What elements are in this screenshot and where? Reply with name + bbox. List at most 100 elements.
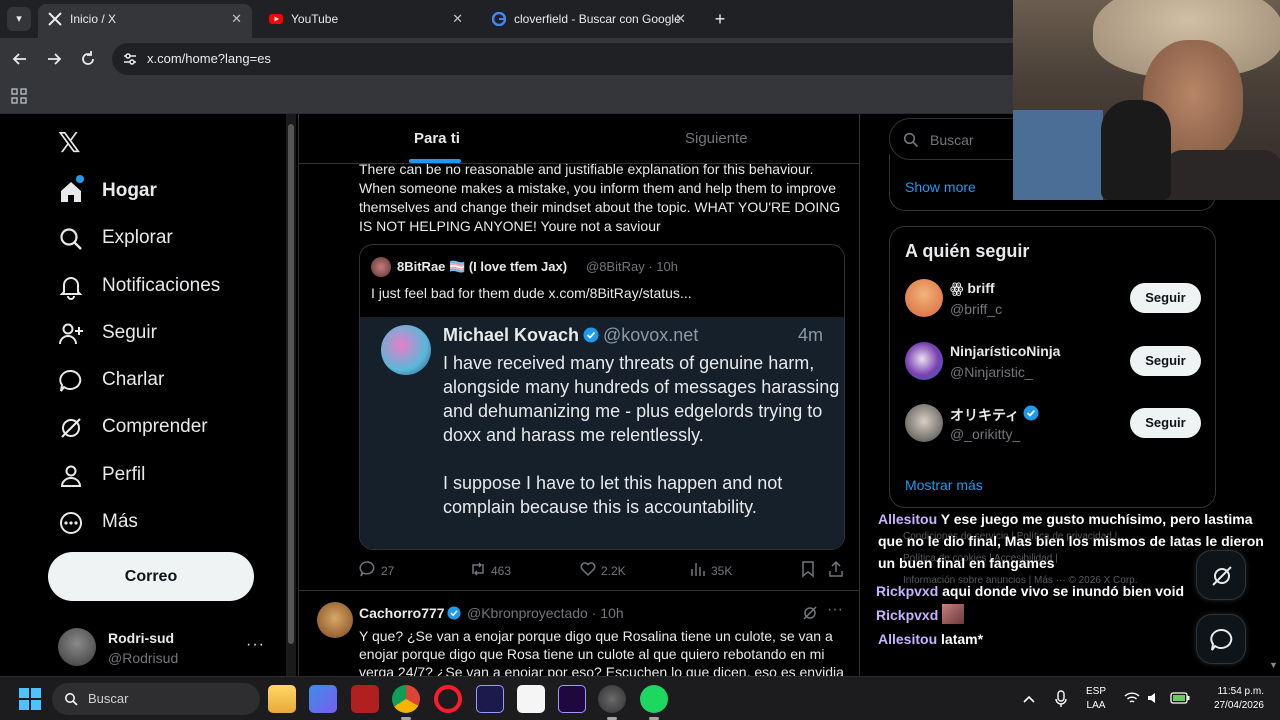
chat-message: Rickpvxd <box>876 604 965 626</box>
who-to-follow: A quién seguir ꙮ briff @briff_c Seguir N… <box>889 226 1216 508</box>
tab-inicio-x[interactable]: Inicio / X ✕ <box>38 4 252 38</box>
quoted-tweet[interactable]: 8BitRae 🏳️‍⚧️ (I love tfem Jax) @8BitRay… <box>359 244 845 550</box>
windows-start-icon[interactable] <box>18 687 42 711</box>
spotify-icon[interactable] <box>640 685 668 713</box>
webcam-overlay <box>1013 0 1280 200</box>
apps-grid-icon[interactable] <box>11 88 27 104</box>
search-icon <box>903 132 919 148</box>
site-settings-icon[interactable] <box>122 51 138 67</box>
chevron-up-icon[interactable] <box>1022 692 1036 706</box>
more-options-icon[interactable]: ··· <box>827 601 843 619</box>
close-tab-icon[interactable]: ✕ <box>231 4 242 34</box>
new-tab-button[interactable]: + <box>710 6 730 32</box>
add-person-icon <box>59 323 83 345</box>
quoted-author-handle: @8BitRay · 10h <box>586 259 678 274</box>
taskbar-search[interactable]: Buscar <box>52 683 260 715</box>
chat-icon <box>59 369 82 392</box>
screenshot-time: 4m <box>798 325 824 345</box>
show-more-link[interactable]: Show more <box>905 179 976 195</box>
author-name[interactable]: Cachorro777 <box>359 605 445 621</box>
tab-title: YouTube <box>291 12 339 26</box>
account-switcher[interactable]: Rodri-sud @Rodrisud ··· <box>58 626 272 670</box>
close-tab-icon[interactable]: ✕ <box>675 4 686 34</box>
notion-icon[interactable] <box>517 685 545 713</box>
avatar <box>371 257 391 277</box>
suggested-user[interactable]: オリキティ @_orikitty_ Seguir <box>890 396 1215 458</box>
user-name: オリキティ <box>950 407 1020 423</box>
verified-badge-icon <box>447 606 461 620</box>
scrollbar-thumb[interactable] <box>288 124 294 644</box>
after-effects-icon[interactable] <box>558 685 586 713</box>
quoted-screenshot-image[interactable]: Michael Kovach @kovox.net 4m I have rece… <box>360 317 844 549</box>
reply-icon <box>359 561 375 577</box>
obs-icon[interactable] <box>598 685 626 713</box>
scroll-down-icon[interactable]: ▼ <box>1269 660 1278 670</box>
tab-following[interactable]: Siguiente <box>685 130 748 147</box>
search-icon <box>65 693 78 706</box>
file-explorer-icon[interactable] <box>268 685 296 713</box>
windows-taskbar: Buscar ESP LAA 11:54 p.m. 27/04/2026 <box>0 676 1280 720</box>
avatar <box>905 279 943 317</box>
suggested-user[interactable]: NinjarísticoNinja @Ninjaristic_ Seguir <box>890 334 1215 396</box>
tab-for-you[interactable]: Para ti <box>414 130 460 147</box>
volume-icon[interactable] <box>1146 691 1160 705</box>
address-bar[interactable]: x.com/home?lang=es <box>112 43 1072 75</box>
show-more-link[interactable]: Mostrar más <box>905 477 983 493</box>
reload-icon[interactable] <box>77 48 99 70</box>
follow-button[interactable]: Seguir <box>1130 408 1201 438</box>
user-handle: @Ninjaristic_ <box>950 364 1033 380</box>
chat-message: Allesitou Y ese juego me gusto muchísimo… <box>878 508 1270 574</box>
screenshot-paragraph: I have received many threats of genuine … <box>443 353 840 445</box>
chat-emote <box>942 604 965 624</box>
microphone-icon[interactable] <box>1054 690 1068 708</box>
avatar[interactable] <box>317 602 353 638</box>
tab-search-button[interactable]: ▾ <box>7 7 31 31</box>
nav-label: Perfil <box>102 464 146 485</box>
back-icon[interactable] <box>9 48 31 70</box>
post-button[interactable]: Correo <box>48 552 254 601</box>
tweet[interactable]: Cachorro777 @Kbronproyectado · 10h ··· Y… <box>299 590 859 676</box>
chat-message: Rickpvxd aqui donde vivo se inundó bien … <box>876 580 1184 602</box>
voicemeeter-icon[interactable] <box>351 685 379 713</box>
follow-button[interactable]: Seguir <box>1130 283 1201 313</box>
follow-button[interactable]: Seguir <box>1130 346 1201 376</box>
tab-title: Inicio / X <box>70 12 117 26</box>
user-handle: @briff_c <box>950 301 1003 317</box>
avatar <box>381 325 431 375</box>
nav-label: Charlar <box>102 369 165 390</box>
more-options-icon[interactable]: ··· <box>246 636 265 654</box>
messages-button[interactable] <box>1196 614 1246 664</box>
webcam-shirt <box>1163 150 1280 200</box>
google-favicon-icon <box>492 12 506 26</box>
battery-icon[interactable] <box>1170 692 1190 704</box>
tweet-text: Y que? ¿Se van a enojar porque digo que … <box>359 628 844 676</box>
nav-label: Seguir <box>102 322 157 343</box>
webcam-microphone <box>1101 100 1171 200</box>
input-language[interactable]: ESP LAA <box>1086 685 1106 713</box>
tab-google[interactable]: cloverfield - Buscar con Google ✕ <box>482 4 696 38</box>
premiere-pro-icon[interactable] <box>476 685 504 713</box>
x-favicon-icon <box>48 12 62 26</box>
close-tab-icon[interactable]: ✕ <box>452 4 463 34</box>
tab-youtube[interactable]: YouTube ✕ <box>259 4 473 38</box>
repost-icon <box>472 562 484 576</box>
chat-message: Allesitou latam* <box>878 628 983 650</box>
tweet-actions: 27 463 2.2K 35K <box>359 560 849 580</box>
page-scrollbar[interactable] <box>286 114 296 676</box>
forward-icon[interactable] <box>43 48 65 70</box>
screenshot-text: I have received many threats of genuine … <box>443 351 843 519</box>
grok-icon[interactable] <box>802 605 818 621</box>
chat-username: Allesitou <box>878 511 938 527</box>
webcam-background <box>1013 110 1103 200</box>
store-icon[interactable] <box>309 685 337 713</box>
suggested-user[interactable]: ꙮ briff @briff_c Seguir <box>890 271 1215 333</box>
nav-label: Hogar <box>102 180 157 201</box>
verified-badge-icon <box>583 327 599 343</box>
clock[interactable]: 11:54 p.m. 27/04/2026 <box>1202 685 1264 713</box>
chrome-icon[interactable] <box>392 685 420 713</box>
chat-username: Allesitou <box>878 631 938 647</box>
x-logo-icon[interactable]: 𝕏 <box>58 126 81 159</box>
nav-label: Comprender <box>102 416 208 437</box>
wifi-icon[interactable] <box>1124 691 1140 705</box>
opera-icon[interactable] <box>434 685 462 713</box>
